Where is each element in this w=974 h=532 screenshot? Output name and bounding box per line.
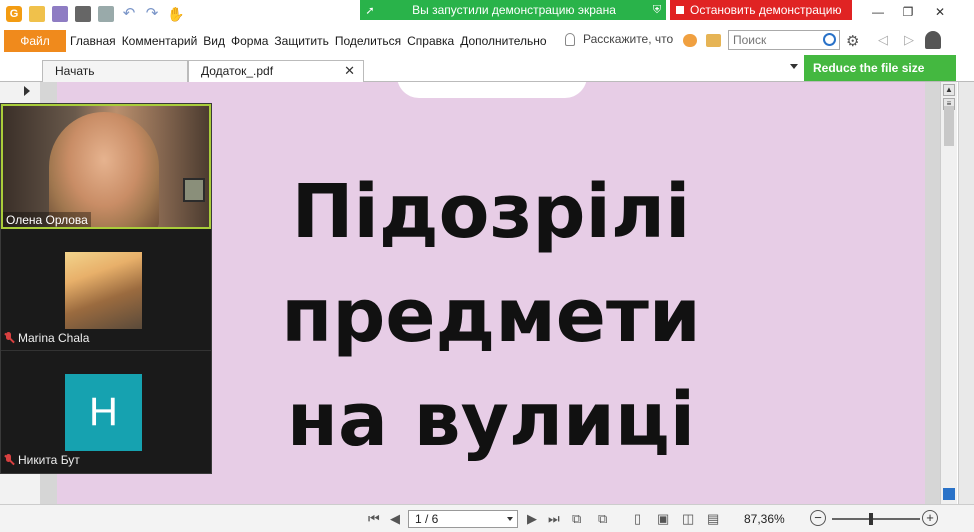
- continuous-page-icon[interactable]: ▣: [657, 511, 669, 527]
- continuous-facing-icon[interactable]: ▤: [707, 511, 719, 527]
- video-call-panel: Олена Орлова Marina Chala H Никита Бут: [0, 103, 212, 474]
- user-account-icon[interactable]: [925, 31, 941, 49]
- status-bar: ⏮ ◀ 1 / 6 ▶ ⏭ ⧉ ⧉ ▯ ▣ ◫ ▤ 87,36% − +: [0, 504, 974, 532]
- stop-share-label: Остановить демонстрацию: [690, 3, 842, 17]
- picture-frame: [183, 178, 205, 202]
- hand-tool-icon[interactable]: ✋: [167, 6, 184, 22]
- page-number-field[interactable]: 1 / 6: [408, 510, 518, 528]
- tab-document[interactable]: Додаток_.pdf ✕: [188, 60, 364, 82]
- menu-item[interactable]: Комментарий: [122, 34, 198, 48]
- quick-access-toolbar: G ↶ ↷ ✋: [6, 5, 190, 23]
- page-decoration: [397, 82, 587, 98]
- expand-arrow-icon[interactable]: [24, 86, 30, 96]
- reduce-file-size-label: Reduce the file size: [813, 61, 925, 75]
- menu-items: Главная Комментарий Вид Форма Защитить Подели…: [70, 34, 553, 48]
- zoom-out-icon[interactable]: −: [810, 510, 826, 526]
- chevron-left-icon[interactable]: ◁: [878, 32, 888, 48]
- participant-name-row: Marina Chala: [3, 331, 89, 345]
- menu-bar: Файл Главная Комментарий Вид Форма Защитить П…: [0, 30, 974, 52]
- page-indicator: 1 / 6: [415, 512, 439, 526]
- menu-item[interactable]: Справка: [407, 34, 454, 48]
- screen-share-banner: ➚ Вы запустили демонстрацию экрана ⛨: [360, 0, 666, 20]
- zoom-in-icon[interactable]: +: [922, 510, 938, 526]
- previous-page-icon[interactable]: ◀: [390, 511, 400, 527]
- mic-muted-icon: [3, 454, 14, 466]
- page-view-icon[interactable]: ⧉: [572, 511, 581, 527]
- stop-share-button[interactable]: Остановить демонстрацию: [670, 0, 852, 20]
- tell-me-box[interactable]: Расскажите, что: [565, 32, 673, 46]
- page-dropdown-icon[interactable]: [507, 517, 513, 521]
- restore-button[interactable]: ❐: [898, 4, 918, 20]
- open-icon[interactable]: [29, 6, 45, 22]
- tabs-dropdown-icon[interactable]: [790, 64, 798, 69]
- participant-avatar-photo: [65, 252, 142, 329]
- file-menu-button[interactable]: Файл: [4, 30, 66, 52]
- tab-document-label: Додаток_.pdf: [201, 64, 274, 78]
- app-logo-icon[interactable]: G: [6, 6, 22, 22]
- menu-item[interactable]: Поделиться: [335, 34, 401, 48]
- right-side-panel: [958, 82, 974, 504]
- mic-muted-icon: [3, 332, 14, 344]
- scroll-up-icon[interactable]: ▲: [943, 84, 955, 96]
- lightbulb-icon: [565, 32, 575, 46]
- participant-tile-active[interactable]: Олена Орлова: [1, 104, 211, 229]
- vertical-scrollbar[interactable]: ▲ ≡: [940, 82, 957, 504]
- menu-item[interactable]: Защитить: [274, 34, 328, 48]
- first-page-icon[interactable]: ⏮: [368, 511, 380, 527]
- print-icon[interactable]: [75, 6, 91, 22]
- participant-initial-avatar: H: [65, 374, 142, 451]
- participant-name: Никита Бут: [18, 453, 80, 467]
- title-bar: G ↶ ↷ ✋ ➚ Вы запустили демонстрацию экра…: [0, 0, 974, 28]
- participant-tile[interactable]: Marina Chala: [1, 230, 211, 351]
- reduce-file-size-button[interactable]: Reduce the file size: [804, 55, 956, 81]
- facing-pages-icon[interactable]: ◫: [682, 511, 694, 527]
- last-page-icon[interactable]: ⏭: [548, 511, 560, 527]
- shield-icon: ⛨: [652, 3, 662, 16]
- mail-icon[interactable]: [98, 6, 114, 22]
- heart-icon[interactable]: [683, 34, 697, 47]
- gear-icon[interactable]: ⚙: [846, 32, 859, 50]
- participant-name-row: Никита Бут: [3, 453, 80, 467]
- zoom-slider[interactable]: [832, 518, 920, 520]
- close-window-button[interactable]: ✕: [930, 4, 950, 20]
- undo-icon[interactable]: ↶: [121, 6, 137, 22]
- chevron-right-icon[interactable]: ▷: [904, 32, 914, 48]
- participant-tile[interactable]: H Никита Бут: [1, 352, 211, 473]
- next-page-icon[interactable]: ▶: [527, 511, 537, 527]
- folder-search-icon[interactable]: [706, 34, 721, 47]
- search-icon[interactable]: [823, 33, 836, 46]
- menu-item[interactable]: Форма: [231, 34, 268, 48]
- reflow-icon[interactable]: ⧉: [598, 511, 607, 527]
- share-arrow-icon: ➚: [365, 4, 375, 17]
- participant-name: Marina Chala: [18, 331, 90, 345]
- tab-start-label: Начать: [55, 64, 95, 78]
- tabs-row: Начать Додаток_.pdf ✕ Reduce the file si…: [0, 55, 974, 82]
- scroll-down-icon[interactable]: [943, 488, 955, 500]
- tab-start[interactable]: Начать: [42, 60, 188, 82]
- zoom-level[interactable]: 87,36%: [744, 512, 785, 526]
- save-icon[interactable]: [52, 6, 68, 22]
- scrollbar-thumb[interactable]: [944, 106, 954, 146]
- zoom-slider-thumb[interactable]: [869, 513, 873, 525]
- tell-me-label: Расскажите, что: [583, 32, 674, 46]
- menu-item[interactable]: Вид: [203, 34, 225, 48]
- menu-item[interactable]: Дополнительно: [460, 34, 546, 48]
- close-tab-icon[interactable]: ✕: [344, 61, 355, 81]
- screen-share-status: Вы запустили демонстрацию экрана: [412, 3, 616, 17]
- app-window: G ↶ ↷ ✋ ➚ Вы запустили демонстрацию экра…: [0, 0, 974, 532]
- menu-item[interactable]: Главная: [70, 34, 116, 48]
- single-page-icon[interactable]: ▯: [634, 511, 641, 527]
- participant-name: Олена Орлова: [3, 212, 91, 227]
- stop-icon: [676, 6, 684, 14]
- minimize-button[interactable]: —: [868, 4, 888, 20]
- redo-icon[interactable]: ↷: [144, 6, 160, 22]
